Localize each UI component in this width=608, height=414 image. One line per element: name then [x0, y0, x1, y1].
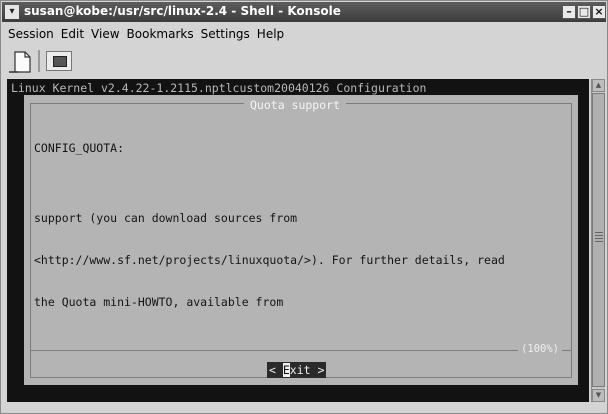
menu-edit[interactable]: Edit	[61, 27, 84, 41]
scroll-percent: (100%)	[518, 343, 562, 355]
menu-view[interactable]: View	[91, 27, 119, 41]
close-button[interactable]: ×	[592, 5, 606, 19]
maximize-button[interactable]: □	[577, 5, 591, 19]
title-bar[interactable]: ▾ susan@kobe:/usr/src/linux-2.4 - Shell …	[2, 2, 606, 22]
menu-session[interactable]: Session	[8, 27, 54, 41]
help-line: CONFIG_QUOTA:	[34, 141, 125, 155]
scroll-down-arrow-icon[interactable]: ▼	[592, 389, 605, 402]
dialog-separator	[30, 350, 572, 351]
scroll-up-arrow-icon[interactable]: ▲	[592, 79, 605, 92]
scroll-thumb[interactable]	[592, 93, 605, 387]
minimize-button[interactable]: –	[562, 5, 576, 19]
terminal-area[interactable]: Linux Kernel v2.4.22-1.2115.nptlcustom20…	[7, 79, 589, 402]
exit-button-left: <	[269, 363, 283, 377]
scroll-grip	[595, 232, 603, 233]
window-title: susan@kobe:/usr/src/linux-2.4 - Shell - …	[24, 4, 341, 18]
dialog-title: Quota support	[244, 98, 347, 112]
exit-button[interactable]: < Exit >	[267, 362, 327, 378]
help-dialog: Quota support CONFIG_QUOTA: support (you…	[24, 95, 578, 385]
konsole-window: ▾ susan@kobe:/usr/src/linux-2.4 - Shell …	[0, 0, 608, 414]
dialog-help-text: CONFIG_QUOTA: support (you can download …	[34, 113, 505, 337]
exit-button-rest: xit >	[289, 363, 325, 377]
scroll-grip	[595, 238, 603, 239]
menu-bar: Session Edit View Bookmarks Settings Hel…	[2, 23, 606, 45]
konsole-icon[interactable]	[46, 51, 72, 71]
scroll-grip	[595, 241, 603, 242]
help-line: support (you can download sources from	[34, 211, 298, 225]
help-line: the Quota mini-HOWTO, available from	[34, 295, 284, 309]
window-menu-icon[interactable]: ▾	[5, 5, 19, 19]
exit-hotkey: E	[282, 363, 290, 377]
new-session-icon[interactable]	[8, 50, 36, 74]
menu-help[interactable]: Help	[257, 27, 284, 41]
vertical-scrollbar[interactable]: ▲ ▼	[591, 79, 605, 402]
help-line: <http://www.sf.net/projects/linuxquota/>…	[34, 253, 505, 267]
menu-settings[interactable]: Settings	[201, 27, 250, 41]
config-header: Linux Kernel v2.4.22-1.2115.nptlcustom20…	[11, 81, 427, 95]
toolbar-separator	[38, 50, 40, 72]
menu-bookmarks[interactable]: Bookmarks	[127, 27, 194, 41]
scroll-grip	[595, 235, 603, 236]
toolbar	[2, 46, 606, 76]
